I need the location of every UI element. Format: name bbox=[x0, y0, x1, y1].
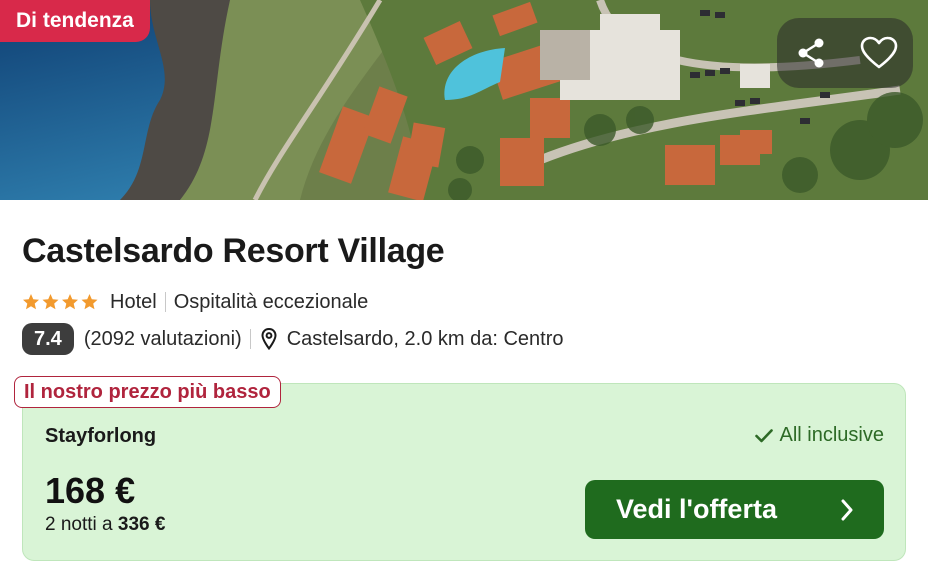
trending-badge: Di tendenza bbox=[0, 0, 150, 42]
share-button[interactable] bbox=[788, 30, 834, 76]
board-type: All inclusive bbox=[754, 424, 884, 447]
board-label: All inclusive bbox=[779, 424, 884, 446]
provider-name: Stayforlong bbox=[45, 425, 157, 447]
hotel-name[interactable]: Castelsardo Resort Village bbox=[22, 232, 445, 271]
star-rating bbox=[22, 293, 100, 311]
view-offer-label: Vedi l'offerta bbox=[616, 494, 777, 524]
hotel-type: Hotel bbox=[110, 290, 157, 313]
score-badge: 7.4 bbox=[22, 323, 74, 355]
nightly-price: 168 € bbox=[45, 470, 136, 511]
total-price-line: 2 notti a 336 € bbox=[45, 514, 165, 536]
location-pin-icon bbox=[261, 328, 277, 350]
review-count[interactable]: (2092 valutazioni) bbox=[84, 328, 242, 351]
check-icon bbox=[754, 428, 773, 443]
nights-prefix: 2 notti a bbox=[45, 514, 118, 535]
lowest-price-tag: Il nostro prezzo più basso bbox=[14, 376, 281, 408]
heart-icon bbox=[860, 36, 898, 69]
hero-actions bbox=[777, 18, 913, 88]
hotel-meta: Hotel Ospitalità eccezionale bbox=[22, 288, 368, 316]
view-offer-button[interactable]: Vedi l'offerta bbox=[585, 480, 884, 539]
location-text[interactable]: Castelsardo, 2.0 km da: Centro bbox=[287, 328, 564, 351]
share-icon bbox=[798, 38, 824, 68]
hospitality-label: Ospitalità eccezionale bbox=[173, 290, 369, 313]
divider bbox=[249, 329, 251, 349]
total-price: 336 € bbox=[117, 514, 166, 535]
hotel-hero-image[interactable]: Di tendenza bbox=[0, 0, 928, 200]
chevron-right-icon bbox=[841, 499, 853, 520]
divider bbox=[164, 292, 166, 312]
favorite-button[interactable] bbox=[856, 30, 902, 76]
star-icons bbox=[23, 294, 98, 310]
rating-row: 7.4 (2092 valutazioni) Castelsardo, 2.0 … bbox=[22, 322, 563, 356]
